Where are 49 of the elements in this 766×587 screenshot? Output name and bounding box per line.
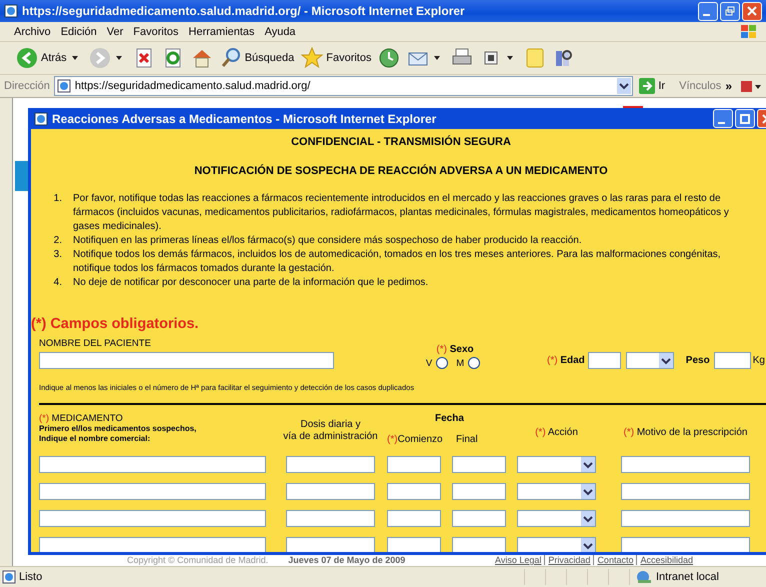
column-header: (*) MEDICAMENTO [39,413,124,424]
back-button[interactable]: Atrás [14,47,69,69]
menu-item[interactable]: Ayuda [264,26,296,38]
menu-item[interactable]: Ver [106,26,124,38]
date-text: Jueves 07 de Mayo de 2009 [288,555,406,565]
list-number: 4. [52,276,62,290]
column-header: Final [455,434,478,446]
option-label: V [426,358,432,368]
list-number: 1. [52,192,62,206]
menu-item[interactable]: Favoritos [133,26,179,38]
zone-text: Intranet local [656,571,719,583]
field-label: Peso [686,355,710,366]
search-button[interactable]: Búsqueda [218,47,296,69]
column-header: Dosis diaria y [300,419,361,431]
instruction-text: Notifique todos los demás fármacos, incluidos los de automedicación, tomados en los tres meses anteriores. Para las malformaciones congénitas, notifique todos los fármacos tomados durante la gestación. [73,248,722,276]
column-header: (*) Motivo de la prescripción [624,427,748,440]
favorites-button[interactable]: Favoritos [299,47,374,69]
form-heading: NOTIFICACIÓN DE SOSPECHA DE REACCIÓN ADVERSA A UN MEDICAMENTO [193,165,609,177]
field-label: (*) Edad [547,355,585,366]
column-group-header: Fecha [435,413,465,424]
popup-title: Reacciones Adversas a Medicamentos - Microsoft Internet Explorer [52,112,438,126]
field-label: (*) Sexo [436,344,474,355]
links-label[interactable]: Vínculos [679,80,722,92]
banner-text: CONFIDENCIAL - TRANSMISIÓN SEGURA [290,136,512,148]
menu-item[interactable]: Herramientas [188,26,255,38]
column-header: (*)Comienzo [387,434,444,446]
list-number: 2. [52,234,62,248]
status-text: Listo [19,571,42,583]
menu-item[interactable]: Archivo [14,26,51,38]
menu-item[interactable]: Edición [60,26,97,38]
window-title: https://seguridadmedicamento.salud.madrid.org/ - Microsoft Internet Explorer [22,4,466,18]
hint-text: Indique el nombre comercial: [39,434,152,444]
copyright-text: Copyright © Comunidad de Madrid. [127,555,268,565]
footer-link[interactable]: Aviso Legal [492,555,544,565]
instruction-text: No deje de notificar por desconocer una parte de la información que le pedimos. [73,276,428,290]
hint-text: Primero el/los medicamentos sospechos, [39,424,198,434]
unit-label: Kg [752,355,765,366]
option-label: M [456,358,464,368]
column-header: (*) Acción [535,427,578,440]
more-links-button[interactable]: » [725,79,732,93]
address-label: Dirección [4,80,50,92]
instruction-text: Por favor, notifique todas las reacciones a fármacos recientemente introducidos en el mercado y las reacciones graves o las raras para el resto de fármacos (incluidos vacunas, medicamentos publicitarios, radiofármacos, plantas medicinales, fórmulas magistrales, medicamentos homeopáticos y gases medicinales). [73,192,730,234]
required-note: (*) Campos obligatorios. [31,316,200,332]
go-button[interactable]: Ir [637,78,676,94]
instruction-text: Notifiquen en las primeras líneas el/los fármaco(s) que considere más sospechoso de haber producido la reacción. [73,234,582,248]
address-field[interactable]: https://seguridadmedicamento.salud.madrid.org/ [54,76,634,96]
field-label: NOMBRE DEL PACIENTE [39,338,152,349]
column-header: vía de administración [283,431,378,443]
list-number: 3. [52,248,62,262]
